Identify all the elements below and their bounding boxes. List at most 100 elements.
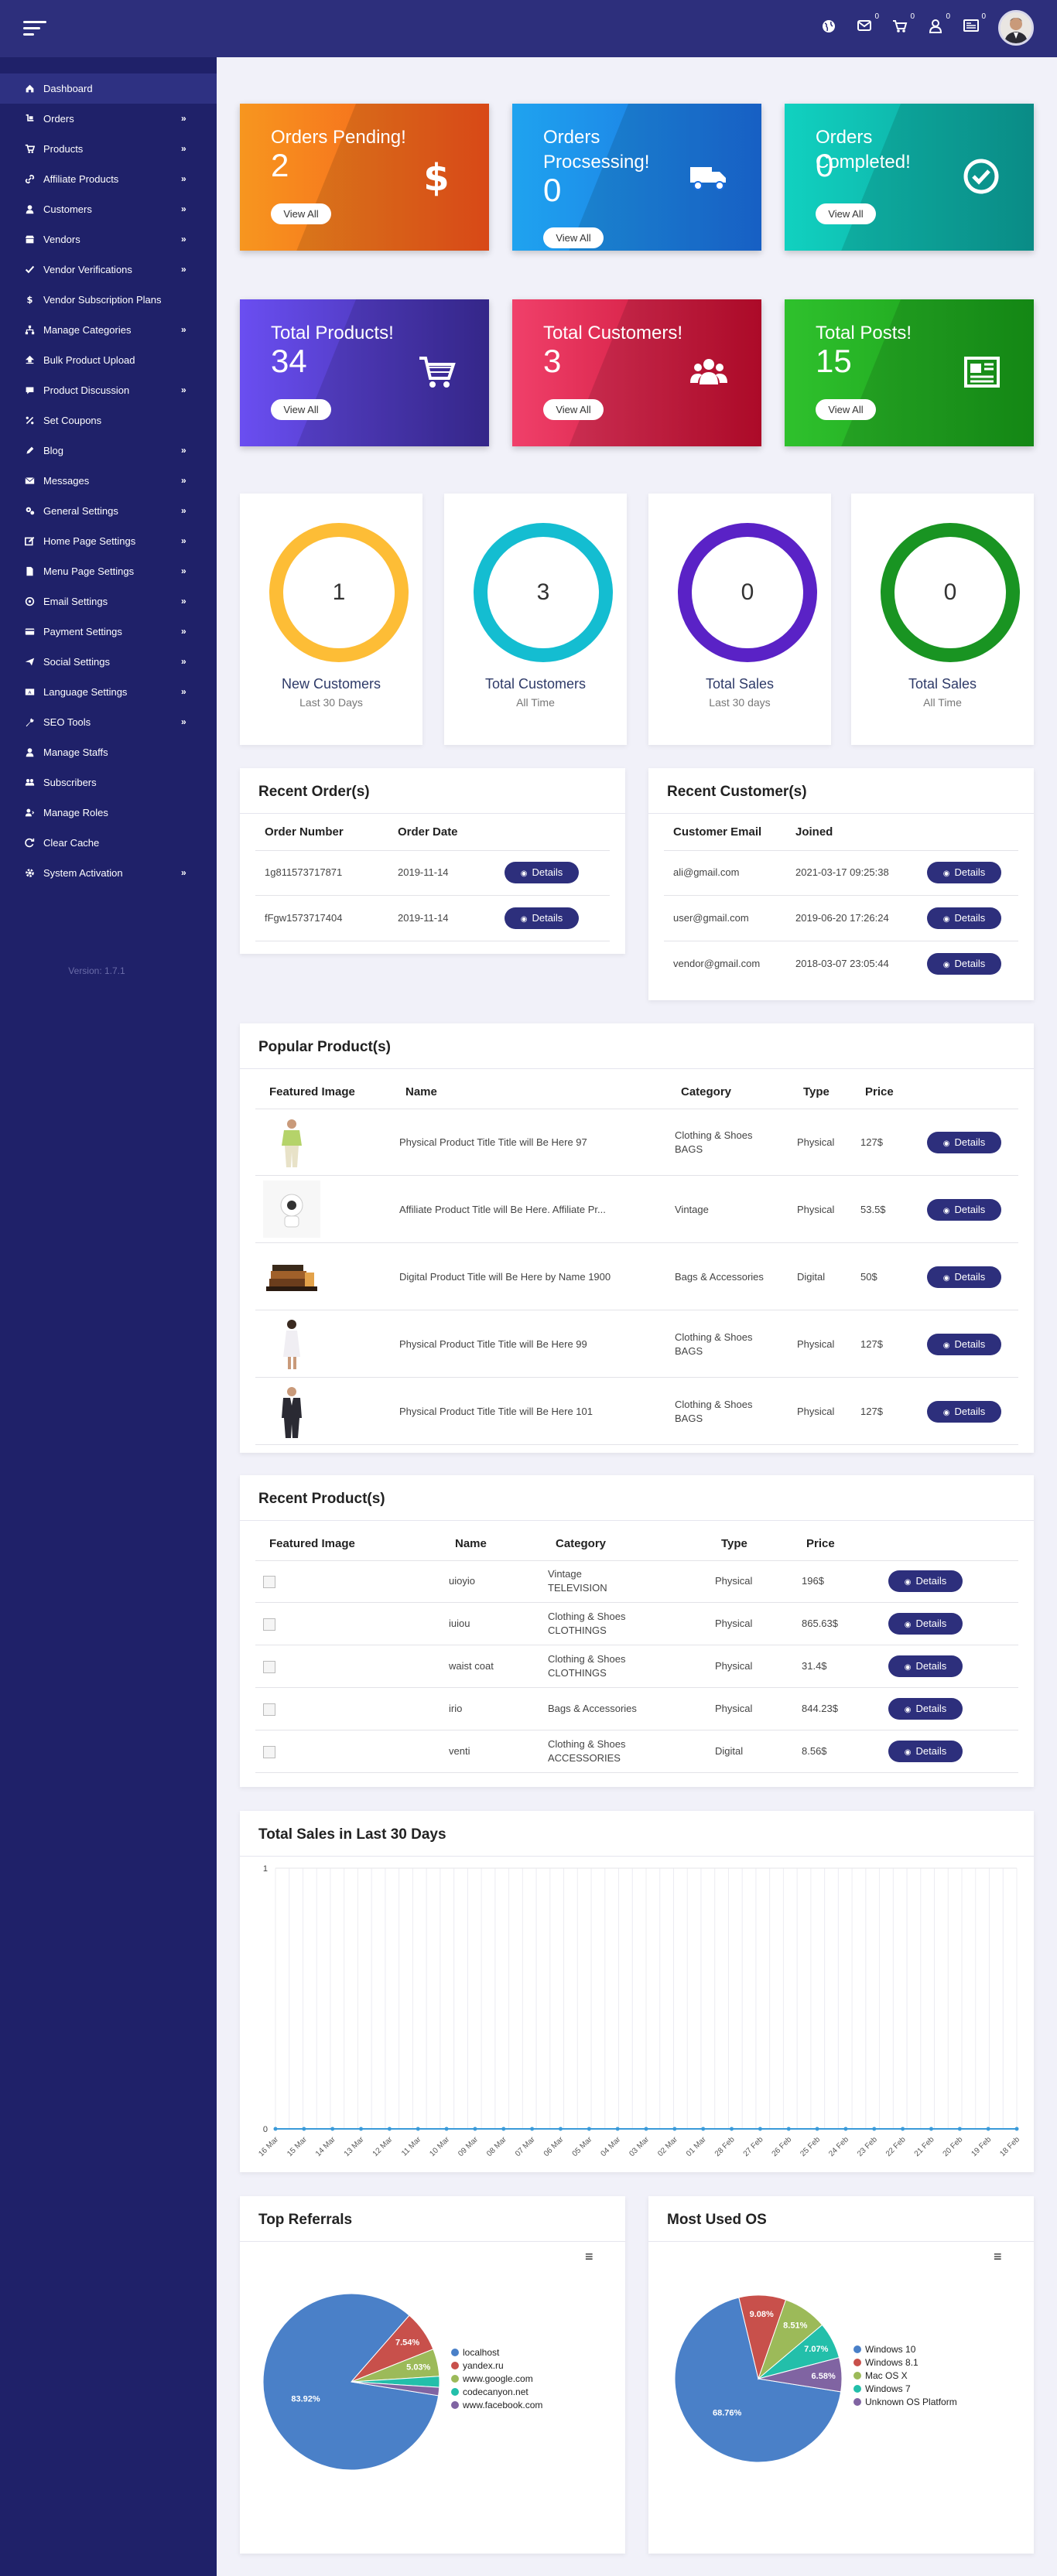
pie-value-label: 6.58% xyxy=(812,2372,836,2381)
legend-label: Mac OS X xyxy=(865,2370,908,2381)
product-category: Clothing & Shoes CLOTHINGS xyxy=(548,1652,625,1680)
sidebar-item-clear-cache[interactable]: Clear Cache xyxy=(0,828,217,858)
newspaper-icon[interactable]: 0 xyxy=(963,12,986,36)
sidebar-item-vendor-subscription-plans[interactable]: $ Vendor Subscription Plans xyxy=(0,285,217,315)
view-all-button[interactable]: View All xyxy=(543,227,604,248)
sidebar-item-email-settings[interactable]: Email Settings » xyxy=(0,586,217,617)
product-type: Physical xyxy=(797,1204,835,1215)
sidebar-item-manage-roles[interactable]: Manage Roles xyxy=(0,798,217,828)
x-tick-label: 16 Mar xyxy=(257,2135,280,2158)
sidebar-item-vendor-verifications[interactable]: Vendor Verifications » xyxy=(0,255,217,285)
sidebar-item-subscribers[interactable]: Subscribers xyxy=(0,767,217,798)
sales-data-point xyxy=(701,2127,706,2131)
view-all-button[interactable]: View All xyxy=(271,399,331,420)
product-category: Bags & Accessories xyxy=(675,1270,764,1284)
view-all-button[interactable]: View All xyxy=(543,399,604,420)
details-button[interactable]: ◉ Details xyxy=(888,1613,963,1635)
sidebar-item-set-coupons[interactable]: Set Coupons xyxy=(0,405,217,436)
sidebar-item-affiliate-products[interactable]: Affiliate Products » xyxy=(0,164,217,194)
sidebar-item-messages[interactable]: Messages » xyxy=(0,466,217,496)
sidebar-item-social-settings[interactable]: Social Settings » xyxy=(0,647,217,677)
language-icon: A xyxy=(23,677,36,707)
sidebar-item-orders[interactable]: Orders » xyxy=(0,104,217,134)
sidebar-item-manage-staffs[interactable]: Manage Staffs xyxy=(0,737,217,767)
avatar[interactable] xyxy=(998,10,1034,46)
y-tick-label: 0 xyxy=(263,2125,268,2134)
stat-ring: 3 xyxy=(474,523,613,662)
details-button[interactable]: ◉ Details xyxy=(927,953,1001,975)
details-button[interactable]: ◉ Details xyxy=(888,1570,963,1592)
details-button[interactable]: ◉ Details xyxy=(927,1132,1001,1153)
sidebar-item-label: Menu Page Settings xyxy=(43,565,135,577)
double-chevron-right-icon: » xyxy=(181,565,186,576)
x-tick-label: 23 Feb xyxy=(856,2135,879,2158)
sidebar-item-home-page-settings[interactable]: Home Page Settings » xyxy=(0,526,217,556)
view-all-button[interactable]: View All xyxy=(816,203,876,224)
sidebar-item-product-discussion[interactable]: Product Discussion » xyxy=(0,375,217,405)
legend-swatch xyxy=(451,2362,459,2369)
legend-swatch xyxy=(451,2388,459,2396)
user-icon[interactable]: 0 xyxy=(927,12,950,36)
details-button[interactable]: ◉ Details xyxy=(927,907,1001,929)
category-line: Clothing & Shoes xyxy=(675,1399,753,1410)
sidebar-item-manage-categories[interactable]: Manage Categories » xyxy=(0,315,217,345)
sidebar-item-label: SEO Tools xyxy=(43,716,91,728)
sidebar-item-general-settings[interactable]: General Settings » xyxy=(0,496,217,526)
double-chevron-right-icon: » xyxy=(181,113,186,124)
details-button[interactable]: ◉ Details xyxy=(505,907,579,929)
dollar-icon: $ xyxy=(416,156,457,200)
stat-ring-subtitle: All Time xyxy=(923,696,962,709)
product-name: waist coat xyxy=(449,1660,494,1672)
details-label: Details xyxy=(915,1660,947,1672)
details-button[interactable]: ◉ Details xyxy=(888,1655,963,1677)
sidebar-item-menu-page-settings[interactable]: Menu Page Settings » xyxy=(0,556,217,586)
check-icon xyxy=(23,255,36,285)
envelope-icon[interactable]: 0 xyxy=(856,12,879,36)
stat-card-title: Total Customers! xyxy=(543,323,683,343)
sidebar-item-label: Clear Cache xyxy=(43,837,100,849)
sales-data-point xyxy=(843,2127,848,2131)
popular-products-panel: Popular Product(s) Featured Image Name C… xyxy=(240,1023,1034,1453)
view-all-button[interactable]: View All xyxy=(816,399,876,420)
sales-chart-panel: Total Sales in Last 30 Days 0 1 16 Mar 15 M… xyxy=(240,1811,1034,2172)
sidebar-item-customers[interactable]: Customers » xyxy=(0,194,217,224)
product-type: Digital xyxy=(797,1271,826,1283)
eye-icon: ◉ xyxy=(942,915,950,924)
product-price: 127$ xyxy=(860,1406,883,1417)
details-button[interactable]: ◉ Details xyxy=(927,1266,1001,1288)
eye-icon: ◉ xyxy=(520,915,528,924)
column-header: Category xyxy=(681,1085,732,1098)
details-button[interactable]: ◉ Details xyxy=(927,1199,1001,1221)
recent-products-panel: Recent Product(s) Featured Image Name Ca… xyxy=(240,1475,1034,1787)
details-button[interactable]: ◉ Details xyxy=(888,1741,963,1762)
sidebar-item-dashboard[interactable]: Dashboard xyxy=(0,73,217,104)
legend-swatch xyxy=(853,2398,861,2406)
sidebar-item-vendors[interactable]: Vendors » xyxy=(0,224,217,255)
sidebar-item-label: Blog xyxy=(43,445,64,456)
sidebar-item-system-activation[interactable]: System Activation » xyxy=(0,858,217,888)
sidebar-item-bulk-product-upload[interactable]: Bulk Product Upload xyxy=(0,345,217,375)
svg-text:A: A xyxy=(28,691,31,695)
sidebar-item-products[interactable]: Products » xyxy=(0,134,217,164)
sidebar-item-language-settings[interactable]: A Language Settings » xyxy=(0,677,217,707)
product-category: Clothing & Shoes CLOTHINGS xyxy=(548,1610,625,1638)
sales-data-point xyxy=(901,2127,905,2131)
x-tick-label: 12 Mar xyxy=(371,2135,395,2158)
x-tick-label: 07 Mar xyxy=(514,2135,537,2158)
sidebar-item-payment-settings[interactable]: Payment Settings » xyxy=(0,617,217,647)
details-button[interactable]: ◉ Details xyxy=(927,1401,1001,1423)
sidebar-toggle-icon[interactable] xyxy=(23,21,46,36)
sidebar-item-blog[interactable]: Blog » xyxy=(0,436,217,466)
globe-icon[interactable] xyxy=(820,19,837,36)
cart-icon[interactable]: 0 xyxy=(891,12,915,36)
sidebar-item-seo-tools[interactable]: SEO Tools » xyxy=(0,707,217,737)
details-button[interactable]: ◉ Details xyxy=(888,1698,963,1720)
details-button[interactable]: ◉ Details xyxy=(505,862,579,883)
sync-icon xyxy=(23,828,36,858)
x-tick-label: 01 Mar xyxy=(685,2135,708,2158)
view-all-button[interactable]: View All xyxy=(271,203,331,224)
details-button[interactable]: ◉ Details xyxy=(927,862,1001,883)
details-label: Details xyxy=(532,912,563,924)
details-button[interactable]: ◉ Details xyxy=(927,1334,1001,1355)
top-referrals-panel: Top Referrals ≡ 83.92% 7.54% 5.03% localhos… xyxy=(240,2196,625,2554)
